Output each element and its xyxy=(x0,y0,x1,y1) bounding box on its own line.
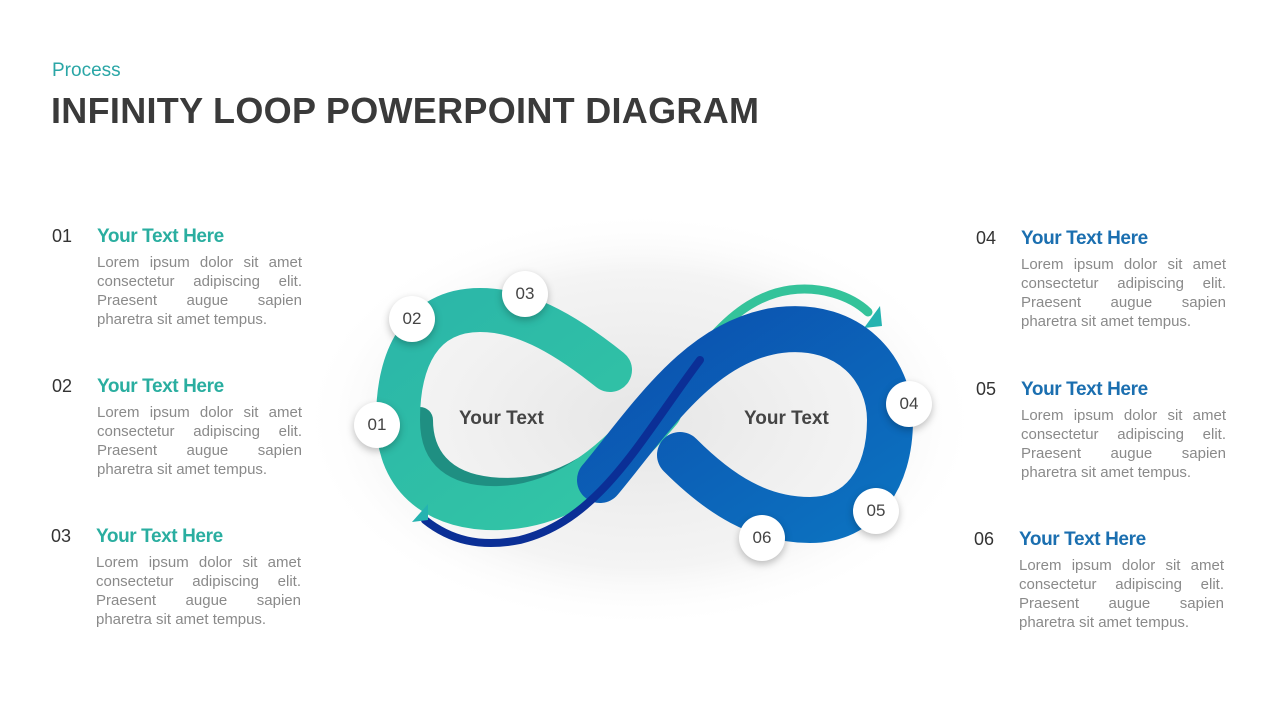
step-heading: Your Text Here xyxy=(97,376,224,397)
step-badge-05: 05 xyxy=(853,488,899,534)
step-number: 02 xyxy=(52,376,73,396)
step-number: 03 xyxy=(51,526,72,546)
step-description: Lorem ipsum dolor sit amet consectetur a… xyxy=(1019,557,1224,631)
step-description: Lorem ipsum dolor sit amet consectetur a… xyxy=(1021,407,1226,481)
step-badge-01: 01 xyxy=(354,402,400,448)
step-description: Lorem ipsum dolor sit amet consectetur a… xyxy=(96,554,301,628)
slide-subtitle: Process xyxy=(52,60,121,81)
step-badge-02: 02 xyxy=(389,296,435,342)
right-loop-label: Your Text xyxy=(744,408,829,429)
infinity-loop-graphic xyxy=(300,210,980,630)
step-badge-06: 06 xyxy=(739,515,785,561)
step-description: Lorem ipsum dolor sit amet consectetur a… xyxy=(1021,256,1226,330)
left-loop-label: Your Text xyxy=(459,408,544,429)
step-heading: Your Text Here xyxy=(1021,379,1148,400)
infinity-loop-diagram: Your Text Your Text 01 02 03 04 05 06 xyxy=(300,200,980,630)
step-heading: Your Text Here xyxy=(1021,228,1148,249)
slide-title: INFINITY LOOP POWERPOINT DIAGRAM xyxy=(51,90,760,131)
step-description: Lorem ipsum dolor sit amet consectetur a… xyxy=(97,404,302,478)
step-badge-03: 03 xyxy=(502,271,548,317)
step-badge-04: 04 xyxy=(886,381,932,427)
step-heading: Your Text Here xyxy=(96,526,223,547)
step-heading: Your Text Here xyxy=(1019,529,1146,550)
step-number: 01 xyxy=(52,226,73,246)
step-description: Lorem ipsum dolor sit amet consectetur a… xyxy=(97,254,302,328)
step-heading: Your Text Here xyxy=(97,226,224,247)
